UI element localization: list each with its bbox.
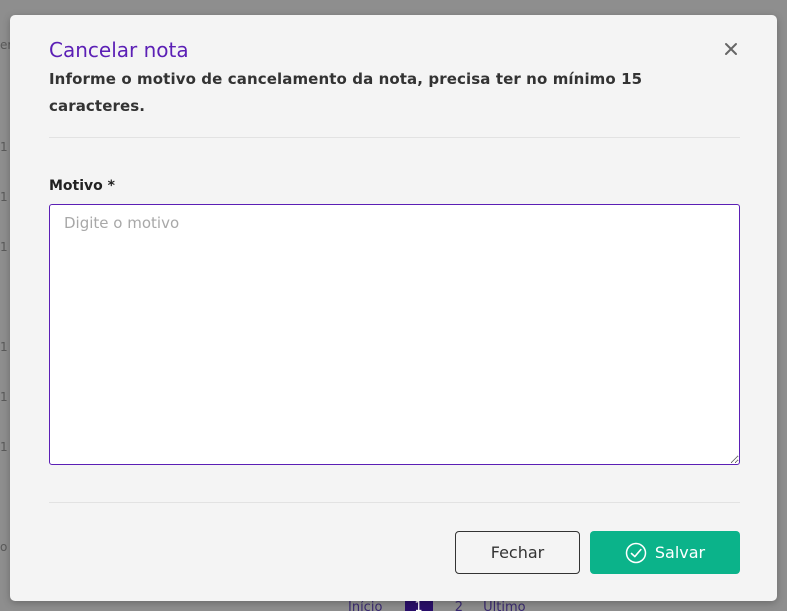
background-text: 1: [0, 140, 8, 154]
background-text: 1: [0, 190, 8, 204]
header-divider: [49, 137, 740, 138]
close-icon: [721, 43, 741, 62]
background-text: o: [0, 540, 8, 554]
modal-subtitle: Informe o motivo de cancelamento da nota…: [49, 70, 643, 115]
footer-divider: [49, 502, 740, 503]
pager-next-page: 2: [454, 600, 463, 611]
pager-first: Início: [348, 600, 383, 611]
motivo-label: Motivo *: [49, 178, 115, 194]
check-circle-icon: [625, 542, 647, 564]
pager-last: Último: [483, 600, 526, 611]
close-button[interactable]: [721, 39, 741, 59]
fechar-button[interactable]: Fechar: [455, 531, 580, 574]
motivo-textarea[interactable]: [49, 204, 740, 465]
modal-title: Cancelar nota: [49, 38, 189, 62]
background-text: 1: [0, 390, 8, 404]
background-text: 1: [0, 440, 8, 454]
background-text: 1: [0, 340, 8, 354]
salvar-button[interactable]: Salvar: [590, 531, 740, 574]
pager-active-page: 1: [404, 600, 433, 611]
cancel-note-modal: Cancelar nota Informe o motivo de cancel…: [10, 15, 777, 601]
background-text: 1: [0, 240, 8, 254]
background-pagination: Início 1 2 Último: [340, 600, 534, 611]
salvar-button-label: Salvar: [654, 543, 706, 562]
